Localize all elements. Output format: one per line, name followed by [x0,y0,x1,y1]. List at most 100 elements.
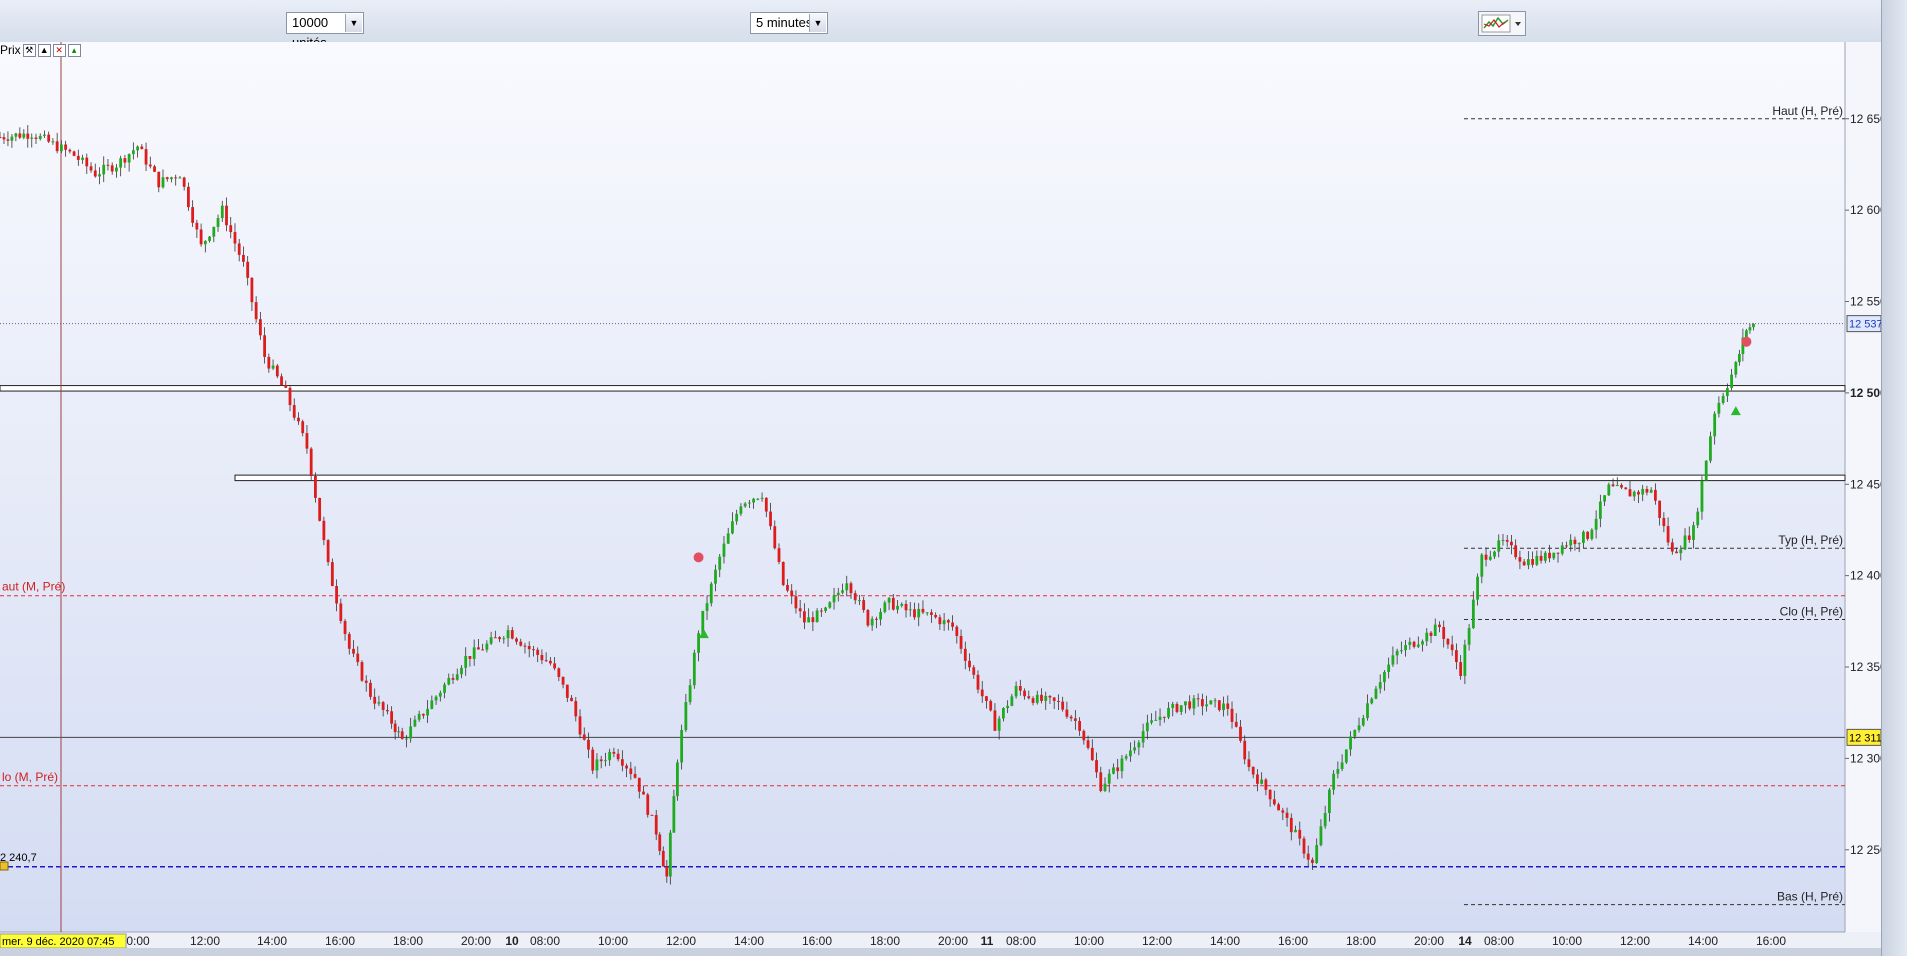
candle-down [1082,730,1086,741]
candle-up [1395,650,1399,656]
candle-down [1442,627,1446,639]
candle-down [318,497,322,521]
candle-up [917,608,921,618]
chevron-down-icon[interactable]: ▼ [809,14,826,32]
candle-up [1129,750,1132,757]
y-tick-label: 12 650 [1850,112,1881,126]
top-toolbar: 10000 unités ▼ 5 minutes ▼ [0,0,1907,50]
candle-up [1378,682,1382,689]
candle-up [485,643,489,650]
candle-up [1535,555,1539,565]
candle-up [1700,480,1704,512]
candle-down [849,583,853,594]
candle-down [1522,561,1526,566]
candle-up [1205,704,1209,707]
candle-down [646,794,650,815]
candle-up [472,647,476,659]
x-tick-label: 08:00 [1484,934,1514,948]
candle-down [661,850,665,867]
candle-down [665,866,669,877]
candle-up [455,674,459,680]
chevron-down-icon[interactable]: ▼ [345,14,362,32]
candle-up [705,603,709,611]
candle-down [1306,853,1310,860]
candle-down [803,611,806,623]
x-tick-label: 20:00 [1414,934,1444,948]
candle-up [81,157,84,160]
candle-down [794,596,798,609]
bell-icon[interactable]: ▲ [37,43,51,57]
candle-up [271,365,275,369]
candle-up [1552,552,1556,559]
candle-down [993,710,997,731]
candle-up [722,543,726,557]
candle-up [434,696,438,701]
candle-up [1603,495,1606,502]
candle-down [819,610,823,612]
candle-down [55,141,59,152]
candle-down [1455,650,1458,663]
candle-down [498,637,501,640]
candle-down [242,254,245,262]
candle-up [1107,773,1111,784]
candle-down [773,526,777,549]
close-icon[interactable]: ✕ [52,43,66,57]
candle-up [178,177,182,179]
candle-up [680,729,684,763]
candle-up [1137,742,1141,748]
candle-down [1611,484,1615,487]
x-tick-label: 10 [505,934,519,948]
candle-down [1687,535,1691,540]
candle-up [1158,716,1162,720]
interval-select[interactable]: 5 minutes ▼ [750,12,828,34]
candle-up [870,618,874,626]
candle-up [1357,725,1361,730]
candle-down [510,630,514,639]
candle-down [1505,540,1509,542]
horizontal-scrollbar[interactable] [0,948,1881,956]
units-select[interactable]: 10000 unités ▼ [286,12,364,50]
candle-up [739,506,743,514]
candle-down [946,620,950,623]
candle-down [1095,760,1098,773]
candle-down [360,662,364,681]
candle-down [1450,644,1454,651]
candle-down [191,207,195,223]
x-tick-label: 20:00 [938,934,968,948]
x-tick-label: 12:00 [190,934,220,948]
candle-down [777,548,781,563]
candle-down [570,697,573,702]
candle-up [1421,641,1424,645]
candle-up [608,751,612,761]
candle-down [393,723,397,733]
candle-down [301,421,305,434]
candle-up [735,513,739,522]
maximize-icon[interactable]: ▴ [67,43,81,57]
candle-up [1209,700,1213,705]
candle-down [72,151,76,156]
candle-down [314,476,317,498]
candle-down [764,497,768,512]
chart-style-button[interactable] [1478,11,1526,36]
candle-down [620,759,624,766]
candle-down [468,656,472,659]
candle-down [182,177,186,187]
candle-up [1315,845,1319,863]
candle-down [26,133,30,139]
candle-down [951,622,954,627]
candle-down [561,676,565,685]
candle-up [1649,489,1653,493]
candle-up [1213,700,1217,702]
candle-down [1637,491,1640,495]
candle-down [578,716,582,735]
candle-down [1239,726,1242,741]
candle-down [263,335,267,357]
price-chart[interactable]: Haut (H, Pré) Typ (H, Pré) Clo (H, Pré) Bas… [0,42,1881,948]
candle-up [1471,599,1475,629]
candle-down [786,584,789,591]
candle-up [688,685,692,703]
candle-up [127,154,131,163]
candle-down [140,146,144,150]
candle-down [1061,701,1065,710]
wrench-icon[interactable]: ⚒ [22,43,36,57]
